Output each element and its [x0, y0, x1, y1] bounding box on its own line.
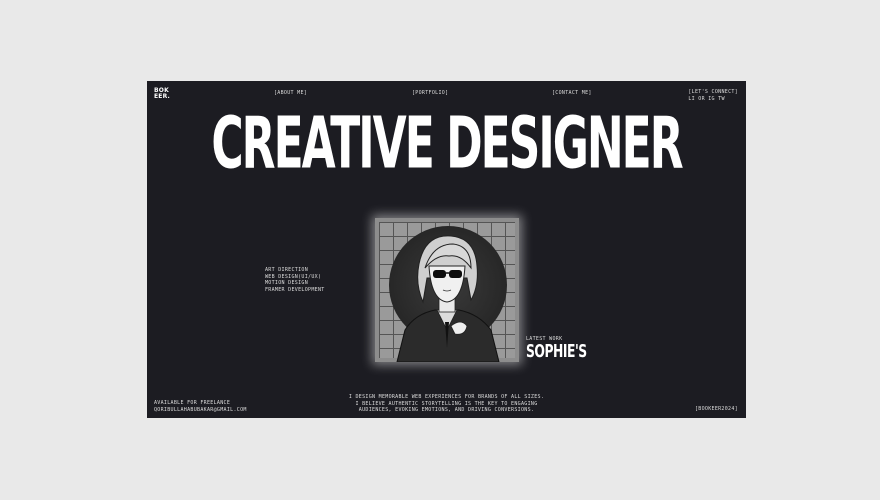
service-item: FRAMER DEVELOPMENT	[265, 286, 325, 293]
copyright: [BOOKEER2024]	[694, 406, 738, 412]
portrait-image[interactable]	[375, 218, 519, 362]
logo-line2: EER.	[154, 93, 171, 100]
hero: CREATIVE DESIGNER	[147, 108, 746, 179]
connect-label[interactable]: [LET'S CONNECT]	[688, 89, 738, 96]
email-link[interactable]: QORIBULLAHABUBAKAR@GMAIL.COM	[154, 407, 247, 414]
social-links[interactable]: LI OR IG TW	[688, 96, 738, 103]
services-list: ART DIRECTION WEB DESIGN(UI/UX) MOTION D…	[265, 267, 325, 293]
availability-block: AVAILABLE FOR FREELANCE QORIBULLAHABUBAK…	[154, 400, 247, 413]
latest-work-title[interactable]: SOPHIE'S	[526, 342, 587, 362]
nav-contact[interactable]: [CONTACT ME]	[552, 90, 592, 97]
connect-block: [LET'S CONNECT] LI OR IG TW	[688, 89, 738, 102]
nav-portfolio[interactable]: [PORTFOLIO]	[412, 90, 448, 97]
hero-title: CREATIVE DESIGNER	[211, 102, 683, 186]
nav-about[interactable]: [ABOUT ME]	[274, 90, 307, 97]
character-illustration	[396, 235, 500, 362]
logo[interactable]: BOK EER.	[154, 88, 170, 100]
portfolio-site-frame: BOK EER. [ABOUT ME] [PORTFOLIO] [CONTACT…	[147, 81, 746, 418]
